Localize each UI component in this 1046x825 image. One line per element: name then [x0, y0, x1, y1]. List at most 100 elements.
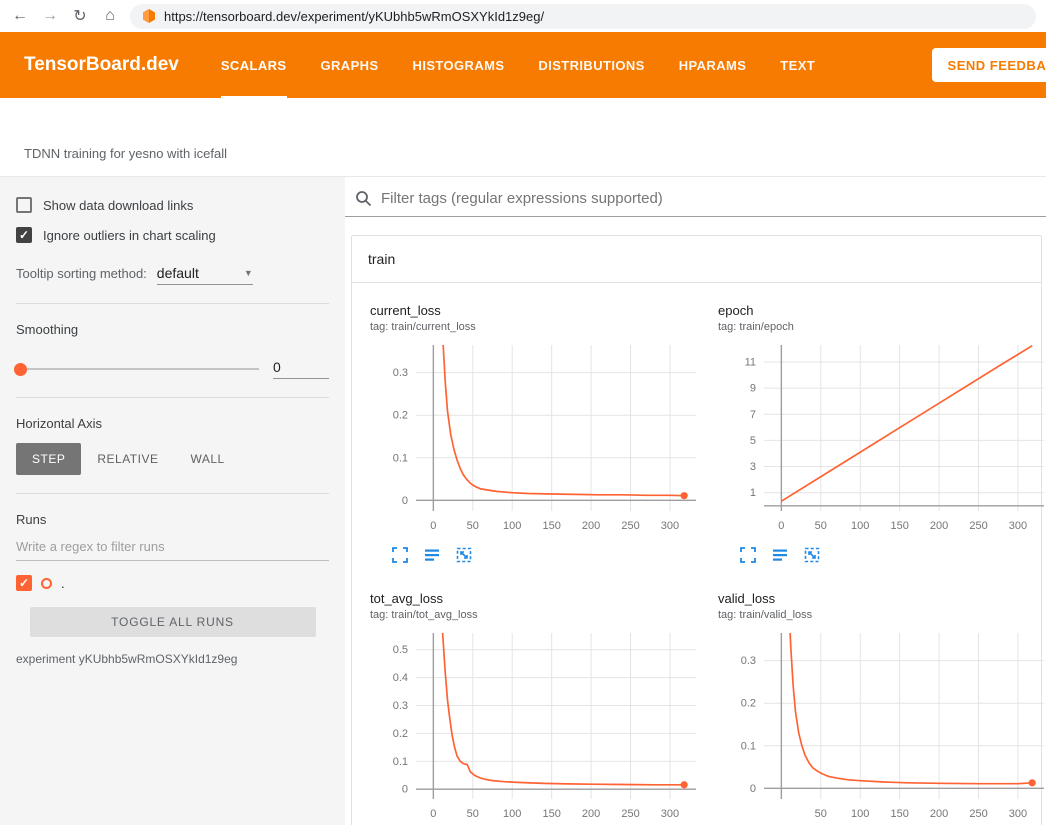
chart-title: valid_loss	[718, 591, 1046, 606]
svg-text:50: 50	[467, 520, 479, 532]
svg-text:0: 0	[402, 784, 408, 796]
smoothing-label: Smoothing	[16, 322, 329, 337]
tab-graphs[interactable]: GRAPHS	[321, 32, 379, 98]
back-icon[interactable]: ←	[10, 7, 30, 25]
svg-text:100: 100	[851, 808, 869, 820]
tab-scalars[interactable]: SCALARS	[221, 32, 287, 98]
runs-label: Runs	[16, 512, 329, 527]
expand-chart-icon[interactable]	[392, 547, 408, 563]
svg-text:0.3: 0.3	[393, 700, 408, 712]
experiment-description: TDNN training for yesno with icefall	[24, 146, 227, 161]
chart-toolbar	[718, 547, 1046, 563]
svg-text:50: 50	[815, 520, 827, 532]
ignore-outliers-row[interactable]: Ignore outliers in chart scaling	[16, 227, 329, 243]
fit-domain-icon[interactable]	[456, 547, 472, 563]
svg-text:200: 200	[582, 520, 600, 532]
train-card: train current_loss tag: train/current_lo…	[351, 235, 1042, 825]
divider	[16, 303, 329, 304]
axis-relative-button[interactable]: RELATIVE	[81, 443, 174, 475]
home-icon[interactable]: ⌂	[100, 7, 120, 25]
svg-text:250: 250	[621, 808, 639, 820]
tag-filter-input[interactable]	[381, 190, 1046, 207]
smoothing-slider-knob[interactable]	[14, 363, 27, 376]
svg-text:50: 50	[467, 808, 479, 820]
svg-text:100: 100	[851, 520, 869, 532]
smoothing-slider[interactable]	[16, 368, 259, 370]
svg-text:100: 100	[503, 520, 521, 532]
svg-text:5: 5	[750, 435, 756, 447]
brand-title: TensorBoard.dev	[24, 32, 179, 98]
runs-list-icon[interactable]	[424, 547, 440, 563]
tab-distributions[interactable]: DISTRIBUTIONS	[538, 32, 644, 98]
svg-text:150: 150	[890, 808, 908, 820]
svg-text:300: 300	[1009, 808, 1027, 820]
show-download-links-checkbox[interactable]	[16, 197, 32, 213]
fit-domain-icon[interactable]	[804, 547, 820, 563]
axis-wall-button[interactable]: WALL	[174, 443, 240, 475]
line-chart[interactable]: 00.10.20.30.40.5050100150200250300	[370, 629, 700, 825]
ignore-outliers-checkbox[interactable]	[16, 227, 32, 243]
svg-text:200: 200	[930, 520, 948, 532]
tab-hparams[interactable]: HPARAMS	[679, 32, 747, 98]
chart-title: tot_avg_loss	[370, 591, 706, 606]
tab-histograms[interactable]: HISTOGRAMS	[413, 32, 505, 98]
scalars-dashboard: train current_loss tag: train/current_lo…	[345, 177, 1046, 825]
tab-text[interactable]: TEXT	[780, 32, 815, 98]
chart-toolbar	[370, 547, 706, 563]
svg-text:3: 3	[750, 461, 756, 473]
svg-text:0.2: 0.2	[393, 728, 408, 740]
run-row[interactable]: .	[16, 575, 329, 591]
chart-title: current_loss	[370, 303, 706, 318]
svg-text:1: 1	[750, 487, 756, 499]
svg-text:200: 200	[930, 808, 948, 820]
svg-text:11: 11	[745, 356, 756, 368]
tag-filter-row	[345, 177, 1046, 217]
run-checkbox[interactable]	[16, 575, 32, 591]
experiment-name: experiment yKUbhb5wRmOSXYkId1z9eg	[16, 652, 329, 666]
reload-icon[interactable]: ↻	[70, 6, 90, 26]
tensorboard-favicon	[142, 9, 156, 23]
toggle-all-runs-button[interactable]: TOGGLE ALL RUNS	[30, 607, 316, 637]
settings-sidebar: Show data download links Ignore outliers…	[0, 177, 345, 825]
send-feedback-button[interactable]: SEND FEEDBACK	[932, 48, 1046, 82]
chevron-down-icon: ▼	[244, 268, 253, 278]
show-download-links-row[interactable]: Show data download links	[16, 197, 329, 213]
svg-text:300: 300	[1009, 520, 1027, 532]
expand-chart-icon[interactable]	[740, 547, 756, 563]
chart-tot-avg-loss: tot_avg_loss tag: train/tot_avg_loss 0 0.…	[362, 583, 706, 825]
line-chart[interactable]: 00.10.20.3050100150200250300	[370, 341, 700, 541]
chart-current-loss: current_loss tag: train/current_loss 00.…	[362, 295, 706, 563]
svg-text:0.3: 0.3	[393, 367, 408, 379]
svg-text:50: 50	[815, 808, 827, 820]
runs-filter-input[interactable]	[16, 531, 329, 561]
svg-text:9: 9	[750, 383, 756, 395]
svg-text:200: 200	[582, 808, 600, 820]
chart-tag: tag: train/epoch	[718, 321, 1046, 333]
chart-title: epoch	[718, 303, 1046, 318]
tooltip-sorting-dropdown[interactable]: default ▼	[157, 265, 253, 285]
show-download-links-label: Show data download links	[43, 198, 193, 213]
address-bar[interactable]: https://tensorboard.dev/experiment/yKUbh…	[130, 4, 1036, 29]
svg-text:0: 0	[778, 520, 784, 532]
chart-tag: tag: train/tot_avg_loss	[370, 609, 706, 621]
chart-epoch: epoch tag: train/epoch 13579110501001502…	[710, 295, 1046, 563]
runs-list-icon[interactable]	[772, 547, 788, 563]
url-text: https://tensorboard.dev/experiment/yKUbh…	[164, 9, 544, 24]
svg-text:150: 150	[542, 808, 560, 820]
svg-text:0.4: 0.4	[393, 672, 408, 684]
svg-text:0: 0	[430, 808, 436, 820]
svg-text:7: 7	[750, 409, 756, 421]
app-header: TensorBoard.dev SCALARS GRAPHS HISTOGRAM…	[0, 32, 1046, 98]
train-group-header[interactable]: train	[352, 236, 1041, 283]
svg-text:0: 0	[430, 520, 436, 532]
smoothing-value[interactable]: 0	[273, 359, 329, 379]
axis-step-button[interactable]: STEP	[16, 443, 81, 475]
horizontal-axis-label: Horizontal Axis	[16, 416, 329, 431]
nav-tabs: SCALARS GRAPHS HISTOGRAMS DISTRIBUTIONS …	[221, 32, 815, 98]
forward-icon[interactable]: →	[40, 7, 60, 25]
svg-text:0.5: 0.5	[393, 644, 408, 656]
svg-text:0.2: 0.2	[741, 698, 756, 710]
svg-text:0.3: 0.3	[741, 655, 756, 667]
line-chart[interactable]: 1357911050100150200250300	[718, 341, 1046, 541]
line-chart[interactable]: 00.10.20.350100150200250300	[718, 629, 1046, 825]
